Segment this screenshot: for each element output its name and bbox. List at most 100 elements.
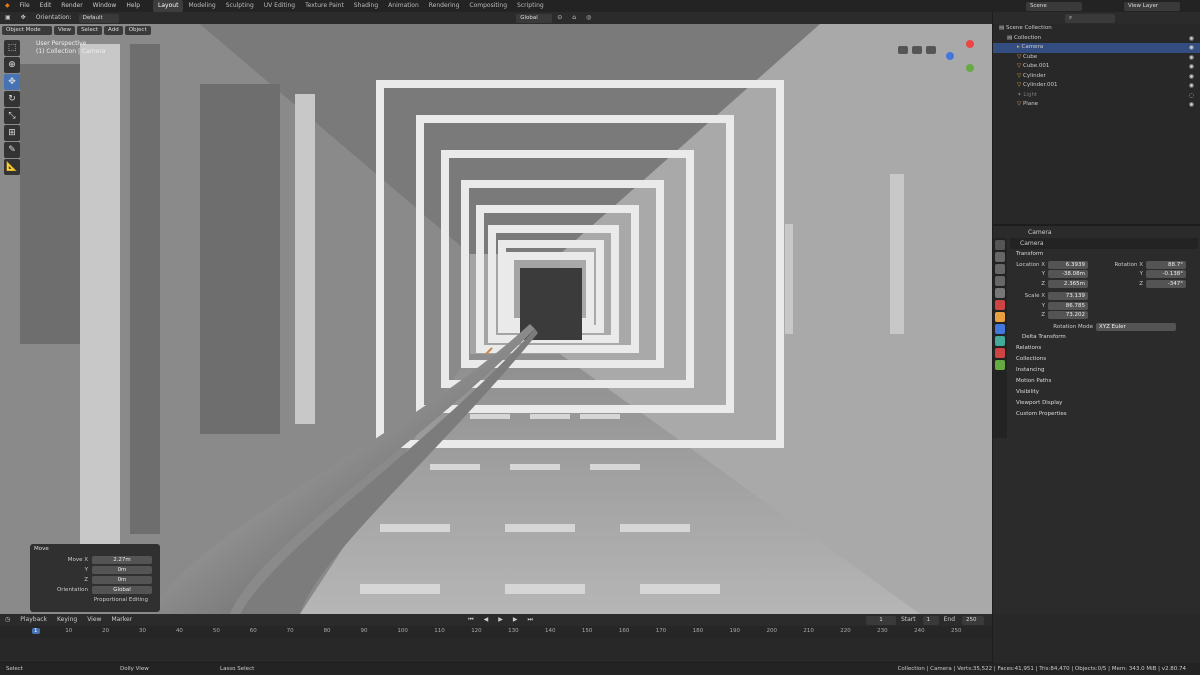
eye-closed-icon[interactable]: ◌ <box>1189 91 1194 101</box>
custom-properties-section[interactable]: Custom Properties <box>1008 409 1200 420</box>
menu-select[interactable]: Select <box>77 25 103 35</box>
scene-selector[interactable]: Scene <box>1026 1 1082 11</box>
data-name-field[interactable]: Camera <box>1020 240 1044 247</box>
measure-icon[interactable]: 📐 <box>4 159 20 175</box>
rotation-mode-dropdown[interactable]: XYZ Euler <box>1096 322 1176 331</box>
eye-icon[interactable]: ◉ <box>1189 72 1194 82</box>
transform-icon[interactable]: ⊞ <box>4 125 20 141</box>
menu-keying[interactable]: Keying <box>52 614 82 626</box>
move-tool-icon[interactable]: ✥ <box>16 12 31 24</box>
location-z-field[interactable]: 2.365m <box>1048 279 1088 288</box>
start-frame-field[interactable]: 1 <box>922 615 939 625</box>
menu-view[interactable]: View <box>54 25 76 35</box>
outliner-row-camera[interactable]: ▸ Camera ◉ <box>993 43 1200 53</box>
data-tab-icon[interactable] <box>995 360 1005 370</box>
tab-compositing[interactable]: Compositing <box>464 0 512 12</box>
object-tab-icon[interactable] <box>995 312 1005 322</box>
tool-tab-icon[interactable] <box>995 240 1005 250</box>
eye-icon[interactable]: ◉ <box>1189 34 1194 44</box>
tab-animation[interactable]: Animation <box>383 0 424 12</box>
object-name-field[interactable]: Camera <box>1028 229 1052 236</box>
tab-modeling[interactable]: Modeling <box>183 0 220 12</box>
move-panel-title[interactable]: Move <box>30 544 160 554</box>
pivot-icon[interactable]: ⊙ <box>552 12 567 24</box>
outliner-row-collection[interactable]: ▤ Collection ◉ <box>993 34 1200 44</box>
orientation-dropdown[interactable]: Global <box>92 585 152 594</box>
blender-logo-icon[interactable]: ◆ <box>0 0 15 12</box>
scale-y-field[interactable]: 86.785 <box>1048 301 1088 310</box>
location-x-field[interactable]: 6.3939 <box>1048 260 1088 269</box>
orientation-dropdown[interactable]: Default <box>78 13 119 23</box>
eye-icon[interactable]: ◉ <box>1189 53 1194 63</box>
outliner-row-cube[interactable]: ▽ Cube ◉ <box>993 53 1200 63</box>
menu-window[interactable]: Window <box>88 0 122 12</box>
navigation-gizmo[interactable] <box>878 36 988 80</box>
outliner-row-cylinder-001[interactable]: ▽ Cylinder.001 ◉ <box>993 81 1200 91</box>
tab-layout[interactable]: Layout <box>153 0 184 12</box>
outliner-row-plane[interactable]: ▽ Plane ◉ <box>993 100 1200 110</box>
relations-section[interactable]: Relations <box>1008 343 1200 354</box>
world-tab-icon[interactable] <box>995 300 1005 310</box>
eye-icon[interactable]: ◉ <box>1189 43 1194 53</box>
scene-tab-icon[interactable] <box>995 288 1005 298</box>
eye-icon[interactable]: ◉ <box>1189 62 1194 72</box>
end-frame-field[interactable]: 250 <box>962 615 985 625</box>
collections-section[interactable]: Collections <box>1008 354 1200 365</box>
outliner-row-light[interactable]: ✦ Light ◌ <box>993 91 1200 101</box>
menu-file[interactable]: File <box>15 0 35 12</box>
physics-tab-icon[interactable] <box>995 336 1005 346</box>
transform-orientation-dropdown[interactable]: Global <box>516 13 553 23</box>
tab-rendering[interactable]: Rendering <box>424 0 465 12</box>
eye-icon[interactable]: ◉ <box>1189 100 1194 110</box>
output-tab-icon[interactable] <box>995 264 1005 274</box>
constraints-tab-icon[interactable] <box>995 348 1005 358</box>
proportional-icon[interactable]: ◎ <box>581 12 596 24</box>
instancing-section[interactable]: Instancing <box>1008 365 1200 376</box>
proportional-editing-label[interactable]: Proportional Editing <box>30 597 152 603</box>
menu-object[interactable]: Object <box>124 25 151 35</box>
snap-icon[interactable]: ⌂ <box>567 12 581 24</box>
play-icon[interactable]: ▶ <box>493 614 508 626</box>
mode-dropdown[interactable]: Object Mode <box>2 25 52 35</box>
menu-help[interactable]: Help <box>121 0 145 12</box>
outliner-row-cube-001[interactable]: ▽ Cube.001 ◉ <box>993 62 1200 72</box>
axis-gizmo-icon[interactable] <box>878 36 988 80</box>
editor-type-icon[interactable]: ▣ <box>0 12 16 24</box>
location-y-field[interactable]: -38.08m <box>1048 270 1088 279</box>
3d-viewport[interactable] <box>0 24 992 614</box>
tab-shading[interactable]: Shading <box>349 0 383 12</box>
jump-start-icon[interactable]: ⏮ <box>463 614 478 626</box>
outliner-row-cylinder[interactable]: ▽ Cylinder ◉ <box>993 72 1200 82</box>
tab-sculpting[interactable]: Sculpting <box>221 0 259 12</box>
rotation-x-field[interactable]: 88.7° <box>1146 260 1186 269</box>
move-z-field[interactable]: 0m <box>92 575 152 584</box>
motion-paths-section[interactable]: Motion Paths <box>1008 376 1200 387</box>
move-y-field[interactable]: 0m <box>92 565 152 574</box>
transform-section[interactable]: Transform <box>1008 249 1200 260</box>
menu-marker[interactable]: Marker <box>106 614 137 626</box>
cursor-icon[interactable]: ⊕ <box>4 57 20 73</box>
menu-playback[interactable]: Playback <box>15 614 52 626</box>
timeline-ruler[interactable]: 1 10 20 30 40 50 60 70 80 90 100 110 120 130 140 150 160… <box>0 626 992 638</box>
current-frame-field[interactable]: 1 <box>865 615 896 625</box>
tab-scripting[interactable]: Scripting <box>512 0 549 12</box>
view-layer-selector[interactable]: View Layer <box>1124 1 1180 11</box>
menu-view[interactable]: View <box>82 614 106 626</box>
scale-z-field[interactable]: 73.202 <box>1048 311 1088 320</box>
jump-end-icon[interactable]: ⏭ <box>523 614 538 626</box>
clock-icon[interactable]: ◷ <box>0 614 15 626</box>
rotate-icon[interactable]: ↻ <box>4 91 20 107</box>
annotate-icon[interactable]: ✎ <box>4 142 20 158</box>
outliner-search-input[interactable]: ⌕ <box>1065 14 1115 23</box>
delta-transform-section[interactable]: Delta Transform <box>1008 332 1200 343</box>
menu-edit[interactable]: Edit <box>35 0 57 12</box>
outliner-row-scene-collection[interactable]: ▤ Scene Collection <box>993 24 1200 34</box>
viewport-display-section[interactable]: Viewport Display <box>1008 398 1200 409</box>
menu-render[interactable]: Render <box>56 0 87 12</box>
eye-icon[interactable]: ◉ <box>1189 81 1194 91</box>
rotation-y-field[interactable]: -0.138° <box>1146 270 1186 279</box>
select-box-icon[interactable]: ⬚ <box>4 40 20 56</box>
move-icon[interactable]: ✥ <box>4 74 20 90</box>
scale-x-field[interactable]: 73.139 <box>1048 292 1088 301</box>
visibility-section[interactable]: Visibility <box>1008 387 1200 398</box>
